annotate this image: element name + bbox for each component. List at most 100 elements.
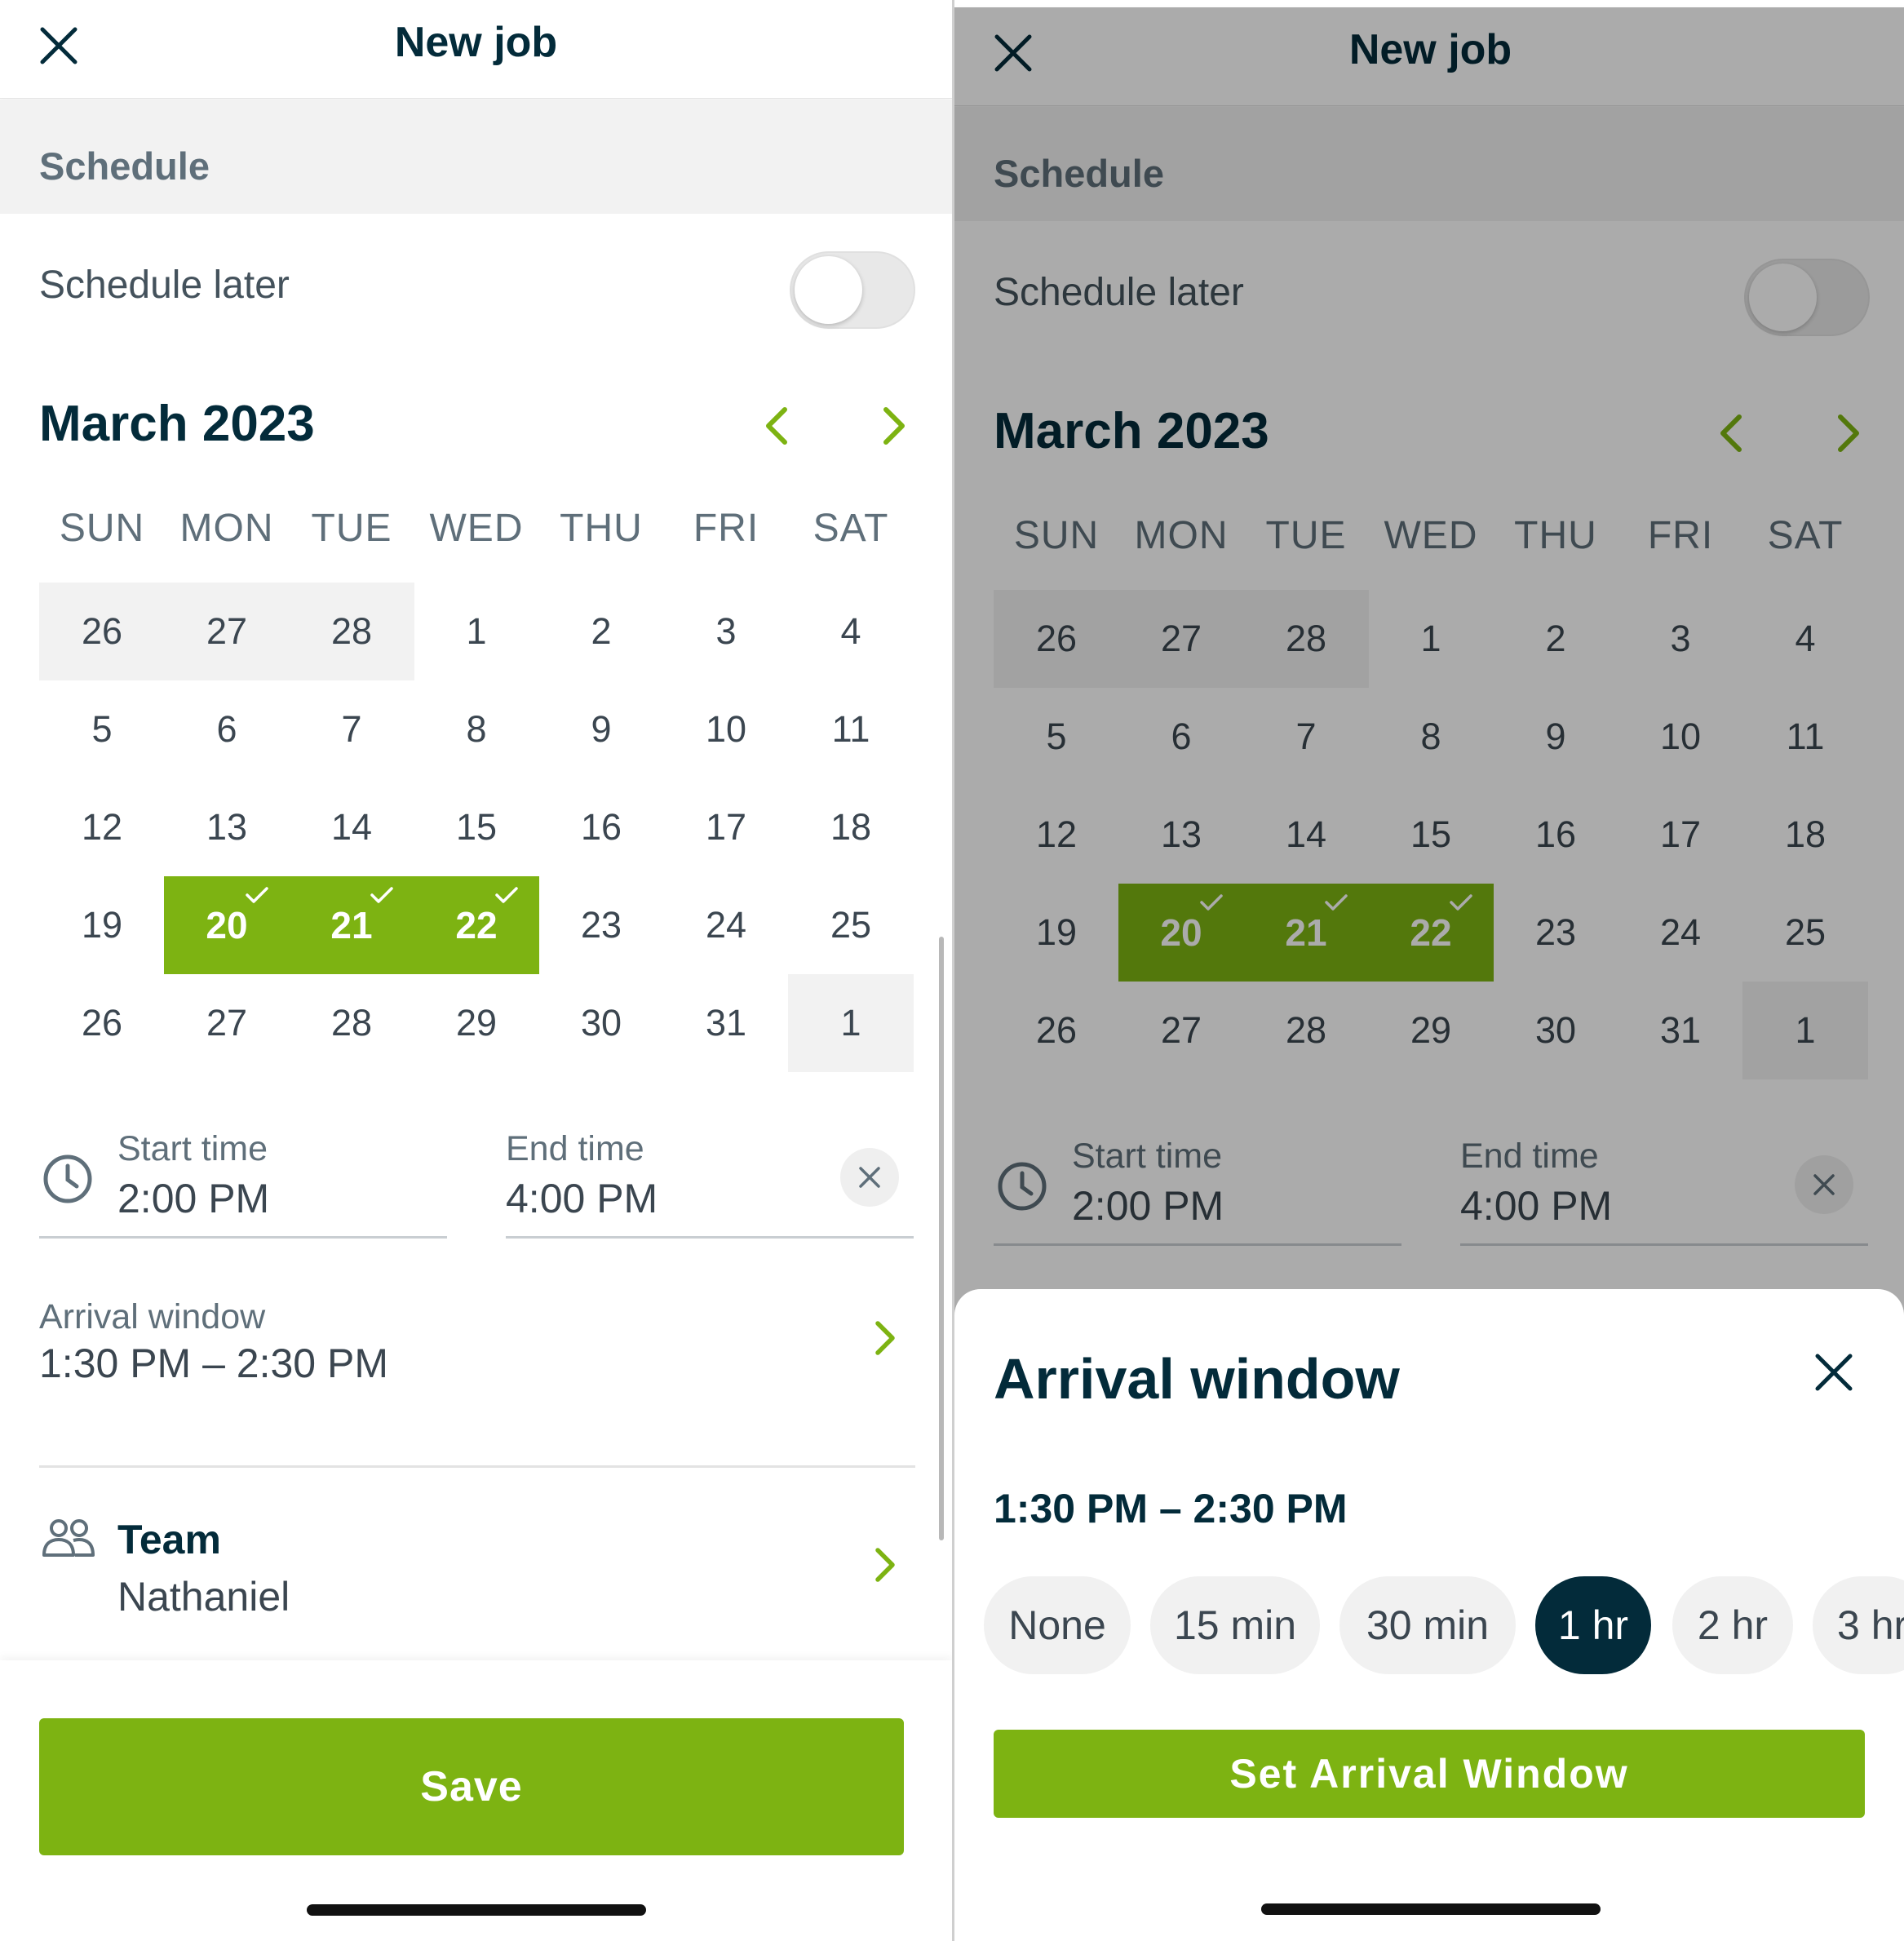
day-number: 26 bbox=[81, 610, 123, 652]
calendar-day[interactable]: 28 bbox=[289, 974, 414, 1072]
home-indicator bbox=[307, 1904, 646, 1916]
new-job-screen: New job Schedule Schedule later March 20… bbox=[0, 0, 952, 1941]
calendar-day[interactable]: 6 bbox=[164, 680, 290, 778]
calendar-day[interactable]: 17 bbox=[663, 778, 789, 876]
save-button[interactable]: Save bbox=[39, 1718, 904, 1855]
calendar-day[interactable]: 4 bbox=[788, 583, 914, 680]
option-1-hr[interactable]: 1 hr bbox=[1535, 1576, 1651, 1674]
calendar-day[interactable]: 5 bbox=[39, 680, 165, 778]
calendar-day-selected[interactable]: 21 bbox=[289, 876, 414, 974]
page-title: New job bbox=[394, 19, 558, 66]
day-number: 25 bbox=[830, 904, 872, 946]
option-30-min[interactable]: 30 min bbox=[1339, 1576, 1516, 1674]
arrival-window-screen: New job Schedule Schedule later March 20… bbox=[954, 0, 1904, 1941]
start-time-field[interactable]: 2:00 PM bbox=[117, 1175, 269, 1222]
calendar-day[interactable]: 1 bbox=[788, 974, 914, 1072]
day-number: 9 bbox=[591, 708, 612, 750]
calendar-day[interactable]: 27 bbox=[164, 974, 290, 1072]
day-number: 27 bbox=[206, 610, 248, 652]
calendar-day[interactable]: 8 bbox=[414, 680, 539, 778]
team-icon bbox=[42, 1519, 95, 1557]
calendar-month-label: March 2023 bbox=[39, 396, 315, 452]
day-number: 20 bbox=[206, 904, 248, 946]
calendar-day[interactable]: 11 bbox=[788, 680, 914, 778]
chevron-right-icon[interactable] bbox=[870, 1318, 899, 1358]
calendar-day[interactable]: 16 bbox=[538, 778, 664, 876]
day-number: 17 bbox=[705, 806, 747, 848]
chevron-right-icon[interactable] bbox=[873, 403, 914, 449]
schedule-section-header: Schedule bbox=[0, 100, 952, 214]
option-15-min[interactable]: 15 min bbox=[1150, 1576, 1320, 1674]
arrival-window-value[interactable]: 1:30 PM – 2:30 PM bbox=[39, 1340, 388, 1387]
calendar-day[interactable]: 15 bbox=[414, 778, 539, 876]
day-number: 14 bbox=[330, 806, 373, 848]
calendar-day-selected[interactable]: 22 bbox=[414, 876, 539, 974]
day-number: 31 bbox=[705, 1002, 747, 1044]
day-number: 28 bbox=[330, 1002, 373, 1044]
calendar-day[interactable]: 30 bbox=[538, 974, 664, 1072]
option-3-hr[interactable]: 3 hr bbox=[1813, 1576, 1904, 1674]
header: New job bbox=[0, 0, 952, 99]
schedule-section-label: Schedule bbox=[39, 144, 210, 188]
start-time-underline bbox=[39, 1236, 447, 1239]
day-number: 1 bbox=[840, 1002, 861, 1044]
calendar-day[interactable]: 18 bbox=[788, 778, 914, 876]
chevron-left-icon[interactable] bbox=[757, 403, 798, 449]
calendar-day[interactable]: 10 bbox=[663, 680, 789, 778]
clear-end-time-button[interactable] bbox=[840, 1148, 899, 1207]
home-indicator bbox=[1261, 1903, 1601, 1915]
calendar-day[interactable]: 12 bbox=[39, 778, 165, 876]
day-number: 24 bbox=[705, 904, 747, 946]
calendar-day[interactable]: 1 bbox=[414, 583, 539, 680]
screen-content: New job Schedule Schedule later March 20… bbox=[0, 0, 952, 1941]
close-icon bbox=[859, 1167, 880, 1188]
end-time-field[interactable]: 4:00 PM bbox=[506, 1175, 658, 1222]
day-number: 3 bbox=[715, 610, 737, 652]
arrival-window-range: 1:30 PM – 2:30 PM bbox=[994, 1486, 1348, 1531]
schedule-later-toggle[interactable] bbox=[790, 251, 915, 329]
calendar-day[interactable]: 14 bbox=[289, 778, 414, 876]
team-value[interactable]: Nathaniel bbox=[117, 1573, 290, 1620]
option-none[interactable]: None bbox=[984, 1576, 1131, 1674]
calendar-day[interactable]: 2 bbox=[538, 583, 664, 680]
calendar-day[interactable]: 29 bbox=[414, 974, 539, 1072]
calendar-day[interactable]: 28 bbox=[289, 583, 414, 680]
day-number: 7 bbox=[341, 708, 362, 750]
scrollbar[interactable] bbox=[939, 937, 944, 1540]
option-2-hr[interactable]: 2 hr bbox=[1672, 1576, 1793, 1674]
calendar-day[interactable]: 25 bbox=[788, 876, 914, 974]
day-number: 15 bbox=[455, 806, 498, 848]
calendar-day[interactable]: 26 bbox=[39, 974, 165, 1072]
set-arrival-window-button[interactable]: Set Arrival Window bbox=[994, 1730, 1865, 1818]
day-number: 11 bbox=[831, 708, 870, 750]
calendar-day[interactable]: 31 bbox=[663, 974, 789, 1072]
day-number: 21 bbox=[330, 904, 373, 946]
team-label: Team bbox=[117, 1517, 221, 1562]
chevron-right-icon[interactable] bbox=[870, 1544, 899, 1585]
calendar-day[interactable]: 24 bbox=[663, 876, 789, 974]
end-time-label: End time bbox=[506, 1129, 644, 1168]
day-number: 23 bbox=[580, 904, 622, 946]
weekday-label: SAT bbox=[813, 507, 889, 550]
checkmark-icon bbox=[370, 887, 393, 903]
day-number: 16 bbox=[580, 806, 622, 848]
calendar-day[interactable]: 23 bbox=[538, 876, 664, 974]
calendar-day[interactable]: 7 bbox=[289, 680, 414, 778]
calendar-day[interactable]: 9 bbox=[538, 680, 664, 778]
day-number: 18 bbox=[830, 806, 872, 848]
checkmark-icon bbox=[495, 887, 518, 903]
day-number: 4 bbox=[840, 610, 861, 652]
calendar-day[interactable]: 3 bbox=[663, 583, 789, 680]
calendar-day[interactable]: 19 bbox=[39, 876, 165, 974]
toggle-knob bbox=[795, 256, 862, 324]
calendar-day-selected[interactable]: 20 bbox=[164, 876, 290, 974]
day-number: 12 bbox=[81, 806, 123, 848]
day-number: 26 bbox=[81, 1002, 123, 1044]
footer: Save bbox=[0, 1660, 952, 1941]
weekday-label: FRI bbox=[693, 507, 759, 550]
calendar-day[interactable]: 26 bbox=[39, 583, 165, 680]
calendar-day[interactable]: 13 bbox=[164, 778, 290, 876]
clock-icon bbox=[43, 1154, 92, 1203]
calendar-day[interactable]: 27 bbox=[164, 583, 290, 680]
close-icon[interactable] bbox=[1813, 1351, 1855, 1394]
